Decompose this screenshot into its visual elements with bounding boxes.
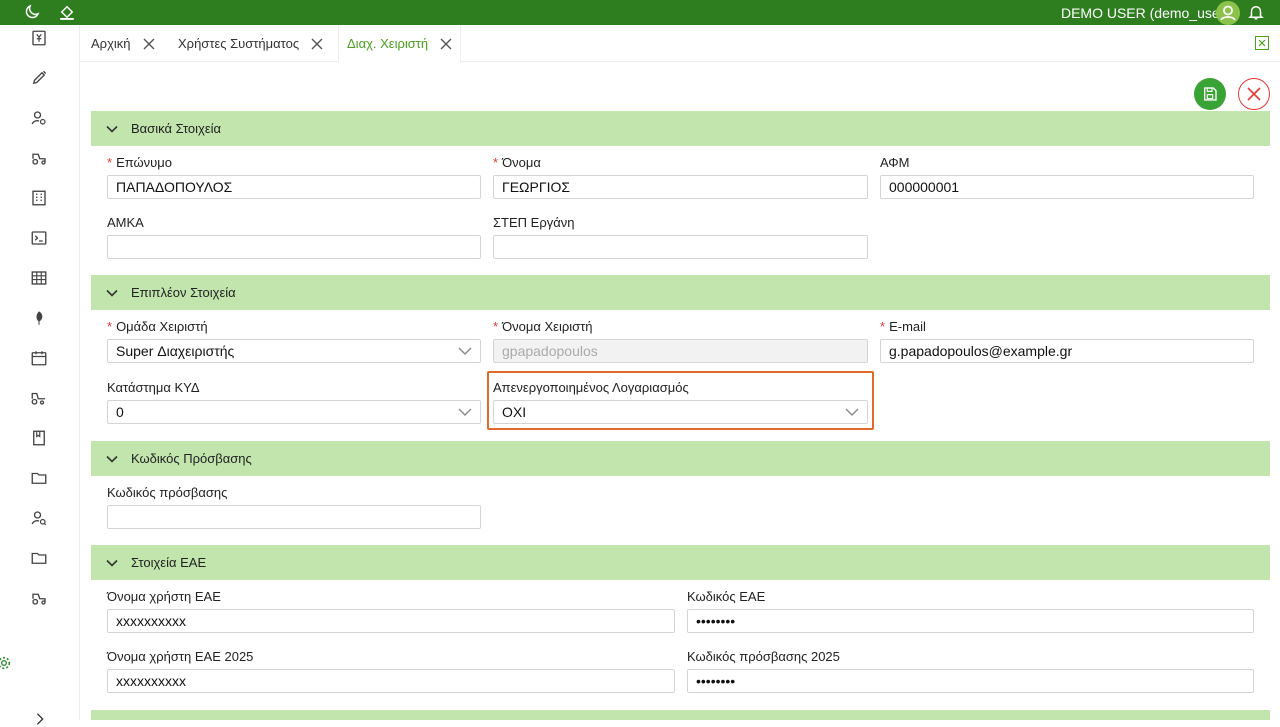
operator-username-label: * Όνομα Χειριστή — [493, 319, 593, 334]
operator-group-label: * Ομάδα Χειριστή — [107, 319, 208, 334]
eae-code-label: Κωδικός ΕΑΕ — [687, 589, 766, 604]
eae-username-2025-field[interactable]: xxxxxxxxxx — [107, 669, 675, 693]
folder-icon[interactable] — [30, 549, 48, 567]
step-field[interactable] — [493, 235, 868, 259]
save-button[interactable] — [1194, 78, 1226, 110]
section-extra-header[interactable]: Επιπλέον Στοιχεία — [91, 275, 1270, 310]
tab-label: Αρχική — [91, 36, 131, 51]
tractor-icon[interactable] — [30, 149, 48, 167]
select-value: Super Διαχειριστής — [116, 343, 235, 359]
close-icon[interactable] — [311, 38, 323, 50]
building-icon[interactable] — [30, 189, 48, 207]
calendar-icon[interactable] — [30, 349, 48, 367]
leaf-icon[interactable] — [30, 309, 48, 327]
highlight-box — [487, 371, 874, 430]
afm-field[interactable]: 000000001 — [880, 175, 1254, 199]
tab-system-users[interactable]: Χρήστες Συστήματος — [178, 25, 323, 62]
terminal-icon[interactable] — [30, 229, 48, 247]
section-eae-header[interactable]: Στοιχεία ΕΑΕ — [91, 545, 1270, 580]
select-value: 0 — [116, 404, 124, 420]
table-grid-icon[interactable] — [30, 269, 48, 287]
amka-field[interactable] — [107, 235, 481, 259]
syringe-icon[interactable] — [30, 69, 48, 87]
sidebar — [0, 25, 80, 725]
eae-username-label: Όνομα χρήστη ΕΑΕ — [107, 589, 221, 604]
tab-home[interactable]: Αρχική — [91, 25, 155, 62]
expand-icon[interactable] — [32, 711, 48, 727]
email-field[interactable]: g.papadopoulos@example.gr — [880, 339, 1254, 363]
store-label: Κατάστημα ΚΥΔ — [107, 380, 200, 395]
currency-box-icon[interactable] — [30, 29, 48, 47]
surname-field[interactable]: ΠΑΠΑΔΟΠΟΥΛΟΣ — [107, 175, 481, 199]
name-label: * Όνομα — [493, 155, 541, 170]
store-select[interactable]: 0 — [107, 400, 481, 424]
user-name-label[interactable]: DEMO USER (demo_user) — [1061, 5, 1229, 21]
avatar[interactable] — [1216, 1, 1240, 25]
step-label: ΣΤΕΠ Εργάνη — [493, 215, 575, 230]
moon-icon[interactable] — [23, 3, 41, 21]
tab-bar: Αρχική Χρήστες Συστήματος Διαχ. Χειριστή — [80, 25, 1280, 62]
section-title: Στοιχεία ΕΑΕ — [131, 555, 207, 570]
name-field[interactable]: ΓΕΩΡΓΙΟΣ — [493, 175, 868, 199]
avatar-icon — [1220, 5, 1236, 21]
section-title: Κωδικός Πρόσβασης — [131, 451, 252, 466]
operator-group-select[interactable]: Super Διαχειριστής — [107, 339, 481, 363]
close-all-tabs-icon[interactable] — [1255, 36, 1269, 50]
chevron-down-icon — [106, 559, 118, 567]
surname-label: * Επώνυμο — [107, 155, 172, 170]
section-title: Βασικά Στοιχεία — [131, 121, 222, 136]
close-icon[interactable] — [143, 38, 155, 50]
amka-label: ΑΜΚΑ — [107, 215, 144, 230]
next-section-header[interactable] — [91, 710, 1270, 720]
chevron-down-icon — [458, 408, 472, 416]
close-form-button[interactable] — [1238, 78, 1270, 110]
floppy-disk-icon — [1204, 87, 1217, 101]
folder-icon[interactable] — [30, 469, 48, 487]
close-icon[interactable] — [440, 38, 452, 50]
eae-username-2025-label: Όνομα χρήστη ΕΑΕ 2025 — [107, 649, 254, 664]
password-label: Κωδικός πρόσβασης — [107, 485, 228, 500]
email-label: * E-mail — [880, 319, 926, 334]
eae-code-2025-label: Κωδικός πρόσβασης 2025 — [687, 649, 840, 664]
section-basic-header[interactable]: Βασικά Στοιχεία — [91, 111, 1270, 146]
gear-icon[interactable] — [0, 655, 12, 671]
bell-icon[interactable] — [1247, 3, 1265, 21]
tab-operator-admin[interactable]: Διαχ. Χειριστή — [338, 25, 462, 62]
operator-username-field: gpapadopoulos — [493, 339, 868, 363]
tab-label: Διαχ. Χειριστή — [347, 36, 429, 51]
chevron-down-icon — [106, 289, 118, 297]
section-password-header[interactable]: Κωδικός Πρόσβασης — [91, 441, 1270, 476]
password-field[interactable] — [107, 505, 481, 529]
section-title: Επιπλέον Στοιχεία — [131, 285, 236, 300]
eae-code-2025-field[interactable]: •••••••• — [687, 669, 1254, 693]
book-icon[interactable] — [30, 429, 48, 447]
chevron-down-icon — [458, 347, 472, 355]
tractor-trailer-icon[interactable] — [30, 389, 48, 407]
top-bar: DEMO USER (demo_user) — [0, 0, 1280, 25]
eae-username-field[interactable]: xxxxxxxxxx — [107, 609, 675, 633]
tab-label: Χρήστες Συστήματος — [178, 36, 300, 51]
user-group-search-icon[interactable] — [30, 509, 48, 527]
eae-code-field[interactable]: •••••••• — [687, 609, 1254, 633]
user-search-icon[interactable] — [30, 109, 48, 127]
chevron-down-icon — [106, 125, 118, 133]
chevron-down-icon — [106, 455, 118, 463]
afm-label: ΑΦΜ — [880, 155, 910, 170]
close-icon — [1247, 87, 1261, 101]
tractor-icon[interactable] — [30, 589, 48, 607]
theme-icon[interactable] — [58, 3, 76, 21]
